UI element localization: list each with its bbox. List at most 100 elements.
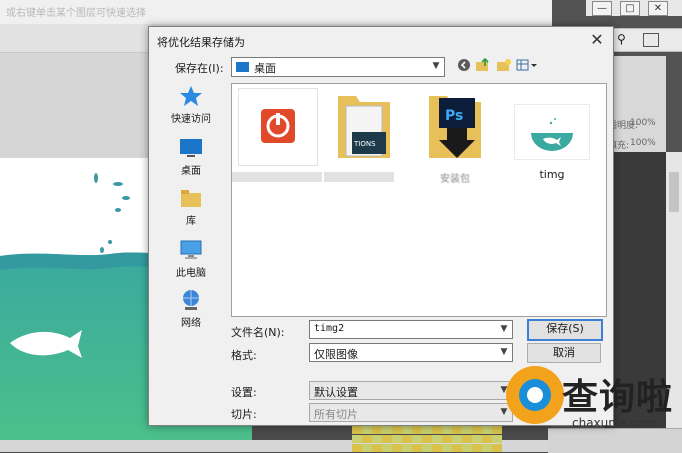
fill-value[interactable]: 100% (630, 138, 656, 148)
folder-actions-icon: TIONS (338, 96, 390, 158)
search-icon[interactable]: ⚲ (617, 32, 626, 46)
file-item-timg[interactable]: timg (512, 104, 592, 204)
mosaic-tile (352, 444, 362, 452)
up-folder-icon[interactable] (475, 57, 491, 74)
mosaic-tile (412, 426, 422, 434)
mosaic-tile (442, 426, 452, 434)
photoshop-installer-icon: Ps (429, 96, 481, 158)
network-icon (179, 289, 203, 311)
save-in-dropdown[interactable]: 桌面 ▼ (231, 57, 445, 77)
chevron-down-icon[interactable]: ▼ (499, 324, 509, 334)
settings-value: 默认设置 (314, 386, 358, 399)
filename-input[interactable]: timg2 ▼ (309, 320, 513, 339)
save-in-label: 保存在(I): (175, 62, 224, 75)
settings-dropdown[interactable]: 默认设置 ▼ (309, 381, 513, 400)
blurred-filename (232, 172, 322, 182)
photoshop-options-bar: 或右键单击某个图层可快速选择 (0, 0, 552, 25)
minimize-icon[interactable]: — (592, 1, 612, 16)
format-value: 仅限图像 (314, 348, 358, 361)
cancel-button[interactable]: 取消 (527, 343, 601, 363)
place-label: 库 (186, 216, 196, 227)
panel-scroll-thumb[interactable] (669, 172, 679, 212)
mosaic-tile (472, 444, 482, 452)
mosaic-tile (472, 435, 482, 443)
mosaic-tile (352, 435, 362, 443)
watermark-logo: 查询啦 chaxunla.com (500, 362, 682, 452)
window-close-icon[interactable]: ✕ (648, 1, 668, 16)
svg-text:Ps: Ps (445, 108, 463, 124)
app-power-icon (238, 88, 318, 166)
mosaic-tile (462, 444, 472, 452)
place-quick-access[interactable]: 快速访问 (163, 85, 219, 125)
mosaic-tile (392, 444, 402, 452)
image-thumbnail (514, 104, 590, 160)
mosaic-tile (402, 435, 412, 443)
mosaic-tile (442, 435, 452, 443)
save-button[interactable]: 保存(S) (527, 319, 603, 341)
format-dropdown[interactable]: 仅限图像 ▼ (309, 343, 513, 362)
mosaic-tile (472, 426, 482, 434)
mosaic-tile (462, 435, 472, 443)
svg-text:TIONS: TIONS (353, 140, 376, 148)
mosaic-tile (352, 426, 362, 434)
color-swatch-mosaic (352, 426, 502, 452)
mosaic-tile (382, 435, 392, 443)
file-item-installer[interactable]: Ps 安装包 (418, 88, 492, 188)
filename-value: timg2 (314, 323, 345, 334)
mosaic-tile (482, 444, 492, 452)
mosaic-tile (432, 444, 442, 452)
file-item-app[interactable] (232, 88, 322, 188)
place-label: 桌面 (181, 166, 201, 177)
mosaic-tile (372, 435, 382, 443)
file-list[interactable]: TIONS Ps 安装包 timg (231, 83, 607, 317)
mosaic-tile (382, 444, 392, 452)
mosaic-tile (372, 444, 382, 452)
mosaic-tile (422, 426, 432, 434)
mosaic-tile (432, 435, 442, 443)
place-this-pc[interactable]: 此电脑 (163, 239, 219, 279)
mosaic-tile (482, 435, 492, 443)
mosaic-tile (442, 444, 452, 452)
mosaic-tile (412, 444, 422, 452)
filename-label: 文件名(N): (231, 326, 285, 339)
workspace-icon[interactable] (643, 33, 659, 47)
new-folder-icon[interactable] (496, 58, 512, 74)
chevron-down-icon: ▼ (432, 61, 440, 71)
opacity-value[interactable]: 100% (630, 118, 656, 128)
blurred-filename (324, 172, 394, 182)
computer-icon (179, 239, 203, 261)
panel-search-bar[interactable]: ⚲ (606, 28, 682, 52)
mosaic-tile (362, 444, 372, 452)
maximize-icon[interactable]: □ (620, 1, 640, 16)
desktop-folder-icon (236, 62, 249, 72)
mosaic-tile (422, 444, 432, 452)
place-desktop[interactable]: 桌面 (163, 137, 219, 177)
place-network[interactable]: 网络 (163, 289, 219, 329)
mosaic-tile (482, 426, 492, 434)
slices-label: 切片: (231, 408, 257, 421)
logo-search-icon (519, 379, 551, 411)
mosaic-tile (422, 435, 432, 443)
dialog-title: 将优化结果存储为 (157, 36, 245, 49)
mosaic-tile (452, 426, 462, 434)
window-controls: — □ ✕ (586, 0, 682, 16)
library-icon (179, 187, 203, 209)
watermark-brand: 查询啦 (562, 377, 674, 418)
mosaic-tile (452, 435, 462, 443)
desktop-icon (179, 137, 203, 159)
hint-text: 或右键单击某个图层可快速选择 (6, 8, 146, 19)
place-library[interactable]: 库 (163, 187, 219, 227)
mosaic-tile (412, 435, 422, 443)
mosaic-tile (402, 444, 412, 452)
mosaic-tile (382, 426, 392, 434)
mosaic-tile (462, 426, 472, 434)
mosaic-tile (432, 426, 442, 434)
mosaic-tile (362, 435, 372, 443)
file-item-folder[interactable]: TIONS (324, 88, 396, 188)
back-icon[interactable] (456, 58, 472, 74)
place-label: 此电脑 (176, 268, 206, 279)
mosaic-tile (392, 426, 402, 434)
settings-label: 设置: (231, 386, 257, 399)
close-icon[interactable]: ✕ (585, 29, 609, 51)
view-menu-icon[interactable] (515, 58, 539, 74)
